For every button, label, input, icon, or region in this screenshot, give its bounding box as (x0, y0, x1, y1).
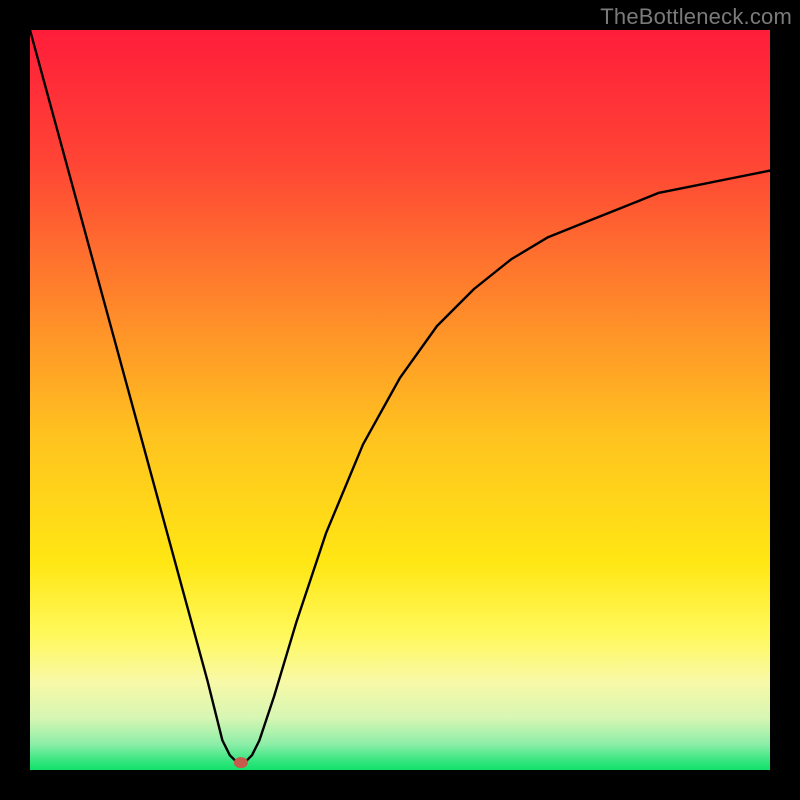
bottleneck-chart (30, 30, 770, 770)
chart-frame: TheBottleneck.com (0, 0, 800, 800)
chart-background (30, 30, 770, 770)
minimum-marker (234, 757, 248, 768)
watermark-text: TheBottleneck.com (600, 4, 792, 30)
